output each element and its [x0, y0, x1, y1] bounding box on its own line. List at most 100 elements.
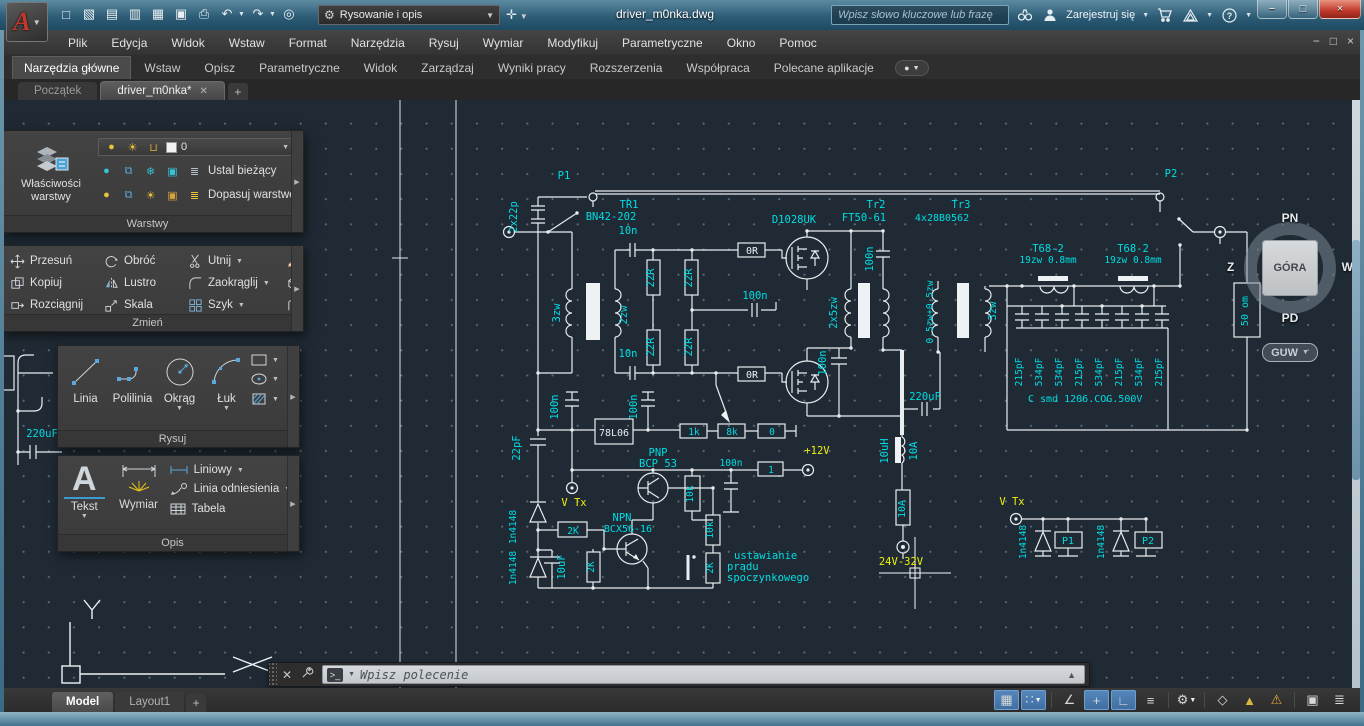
leader-button[interactable]: Linia odniesienia▼: [169, 482, 292, 496]
ribbon-tab-3[interactable]: Opisz: [193, 57, 246, 79]
sign-in-link[interactable]: Zarejestruj się: [1066, 9, 1135, 21]
layer-thaw-icon[interactable]: ☀: [142, 187, 159, 204]
sheet-zoom-icon[interactable]: ◎: [279, 4, 299, 24]
upload-icon[interactable]: ▦: [148, 4, 168, 24]
new-file-icon[interactable]: □: [56, 4, 76, 24]
layer-unisolate-icon[interactable]: ⧉: [120, 187, 137, 204]
menu-item-okno[interactable]: Okno: [715, 32, 768, 54]
save-as-icon[interactable]: ▥: [125, 4, 145, 24]
polyline-button[interactable]: Polilinia: [109, 351, 156, 405]
help-icon[interactable]: ?: [1220, 6, 1238, 24]
layer-unlock-icon[interactable]: ▣: [164, 187, 181, 204]
doc-minimize-icon[interactable]: −: [1313, 34, 1320, 48]
snap-mode-icon[interactable]: ∷▼: [1021, 690, 1046, 710]
restore-button[interactable]: □: [1288, 0, 1318, 19]
save-icon[interactable]: ▤: [102, 4, 122, 24]
array-button[interactable]: Szyk▼: [188, 298, 286, 313]
doc-close-icon[interactable]: ×: [1347, 34, 1354, 48]
viewcube-west[interactable]: Z: [1227, 260, 1234, 274]
wrench-icon[interactable]: [297, 666, 318, 684]
command-bar-grip[interactable]: [269, 663, 277, 686]
chevron-down-icon[interactable]: ▼: [1189, 697, 1196, 704]
layer-properties-button[interactable]: Właściwości warstwy: [10, 137, 92, 213]
file-tab-start[interactable]: Początek: [18, 82, 97, 100]
ribbon-tab-8[interactable]: Rozszerzenia: [579, 57, 674, 79]
mobile-icon[interactable]: ▣: [171, 4, 191, 24]
grid-display-icon[interactable]: ▦: [994, 690, 1019, 710]
linear-dimension-button[interactable]: Liniowy▼: [169, 464, 292, 476]
minimize-button[interactable]: −: [1257, 0, 1287, 19]
object-snap-icon[interactable]: ∟: [1111, 690, 1136, 710]
chevron-down-icon[interactable]: ▼: [1035, 697, 1042, 704]
ribbon-minimize-button[interactable]: ●▼: [895, 60, 929, 76]
panel-expand-arrow[interactable]: ▶: [287, 456, 298, 551]
viewcube-north[interactable]: PN: [1240, 211, 1340, 225]
trim-button[interactable]: Utnij▼: [188, 254, 286, 269]
dynamic-input-icon[interactable]: +: [1084, 690, 1109, 710]
command-input[interactable]: >_ ▼ Wpisz polecenie ▲: [322, 665, 1085, 684]
ribbon-tab-4[interactable]: Parametryczne: [248, 57, 351, 79]
a360-icon[interactable]: [1181, 6, 1199, 24]
layer-on-icon[interactable]: ●: [98, 187, 115, 204]
menu-item-format[interactable]: Format: [277, 32, 339, 54]
menu-item-pomoc[interactable]: Pomoc: [767, 32, 828, 54]
menu-item-narzędzia[interactable]: Narzędzia: [339, 32, 417, 54]
copy-button[interactable]: Kopiuj: [10, 276, 104, 291]
new-layout-button[interactable]: +: [186, 694, 206, 712]
open-file-icon[interactable]: ▧: [79, 4, 99, 24]
viewcube-top-face[interactable]: GÓRA: [1262, 240, 1318, 296]
layout1-tab[interactable]: Layout1: [115, 692, 184, 712]
chevron-down-icon[interactable]: ▼: [1245, 12, 1252, 19]
new-tab-button[interactable]: +: [228, 83, 248, 100]
chevron-down-icon[interactable]: ▼: [348, 671, 355, 678]
layer-isolate-icon[interactable]: ⧉: [120, 163, 137, 180]
search-input[interactable]: Wpisz słowo kluczowe lub frazę: [831, 5, 1009, 25]
text-button[interactable]: A Tekst ▼: [64, 461, 105, 520]
stretch-button[interactable]: Rozciągnij: [10, 298, 104, 313]
menu-item-rysuj[interactable]: Rysuj: [417, 32, 471, 54]
match-layer-button[interactable]: Dopasuj warstwę: [208, 189, 296, 201]
rotate-button[interactable]: Obróć: [104, 254, 188, 269]
command-history-toggle[interactable]: ▲: [1067, 670, 1080, 680]
model-tab[interactable]: Model: [52, 692, 113, 712]
user-icon[interactable]: [1041, 6, 1059, 24]
menu-item-plik[interactable]: Plik: [56, 32, 99, 54]
ribbon-tab-10[interactable]: Polecane aplikacje: [763, 57, 885, 79]
viewcube-south[interactable]: PD: [1240, 311, 1340, 325]
infer-constraints-icon[interactable]: ∠: [1057, 690, 1082, 710]
chevron-down-icon[interactable]: ▼: [269, 11, 276, 18]
close-icon[interactable]: ✕: [277, 668, 297, 682]
scale-button[interactable]: Skala: [104, 298, 188, 313]
ribbon-tab-1[interactable]: Narzędzia główne: [12, 56, 131, 79]
layer-freeze-icon[interactable]: ❄: [142, 163, 159, 180]
layer-off-icon[interactable]: ●: [98, 163, 115, 180]
doc-restore-icon[interactable]: □: [1330, 34, 1337, 48]
ribbon-tab-9[interactable]: Współpraca: [675, 57, 760, 79]
ribbon-tab-5[interactable]: Widok: [353, 57, 408, 79]
arc-button[interactable]: Łuk ▼: [203, 351, 250, 412]
menu-item-widok[interactable]: Widok: [159, 32, 216, 54]
ribbon-tab-7[interactable]: Wyniki pracy: [487, 57, 577, 79]
panel-expand-arrow[interactable]: ▶: [291, 131, 302, 232]
workspace-dropdown[interactable]: ⚙ Rysowanie i opis ▼: [318, 5, 500, 25]
customize-icon[interactable]: ≣: [1327, 690, 1352, 710]
circle-button[interactable]: Okrąg ▼: [156, 351, 203, 412]
panel-expand-arrow[interactable]: ▶: [287, 346, 298, 447]
table-button[interactable]: Tabela: [169, 502, 292, 516]
ribbon-tab-2[interactable]: Wstaw: [133, 57, 191, 79]
application-menu-button[interactable]: A▼: [6, 2, 48, 42]
menu-item-edycja[interactable]: Edycja: [99, 32, 159, 54]
layer-lock-icon[interactable]: ▣: [164, 163, 181, 180]
set-current-button[interactable]: Ustal bieżący: [208, 165, 276, 177]
graphics-performance-icon[interactable]: ⚠: [1264, 690, 1289, 710]
annotation-monitor-icon[interactable]: ▲: [1237, 690, 1262, 710]
rectangle-tool-button[interactable]: ▼: [250, 353, 286, 367]
undo-icon[interactable]: ↶: [217, 4, 237, 24]
pan-icon[interactable]: ✛▼: [506, 7, 528, 23]
menu-item-wstaw[interactable]: Wstaw: [217, 32, 277, 54]
layer-match-icon[interactable]: ≣: [186, 187, 203, 204]
layer-dropdown[interactable]: ● ☀ ⊔ 0 ▼: [98, 138, 294, 156]
chevron-down-icon[interactable]: ▼: [238, 11, 245, 18]
menu-item-modyfikuj[interactable]: Modyfikuj: [535, 32, 610, 54]
chevron-down-icon[interactable]: ▼: [1206, 12, 1213, 19]
